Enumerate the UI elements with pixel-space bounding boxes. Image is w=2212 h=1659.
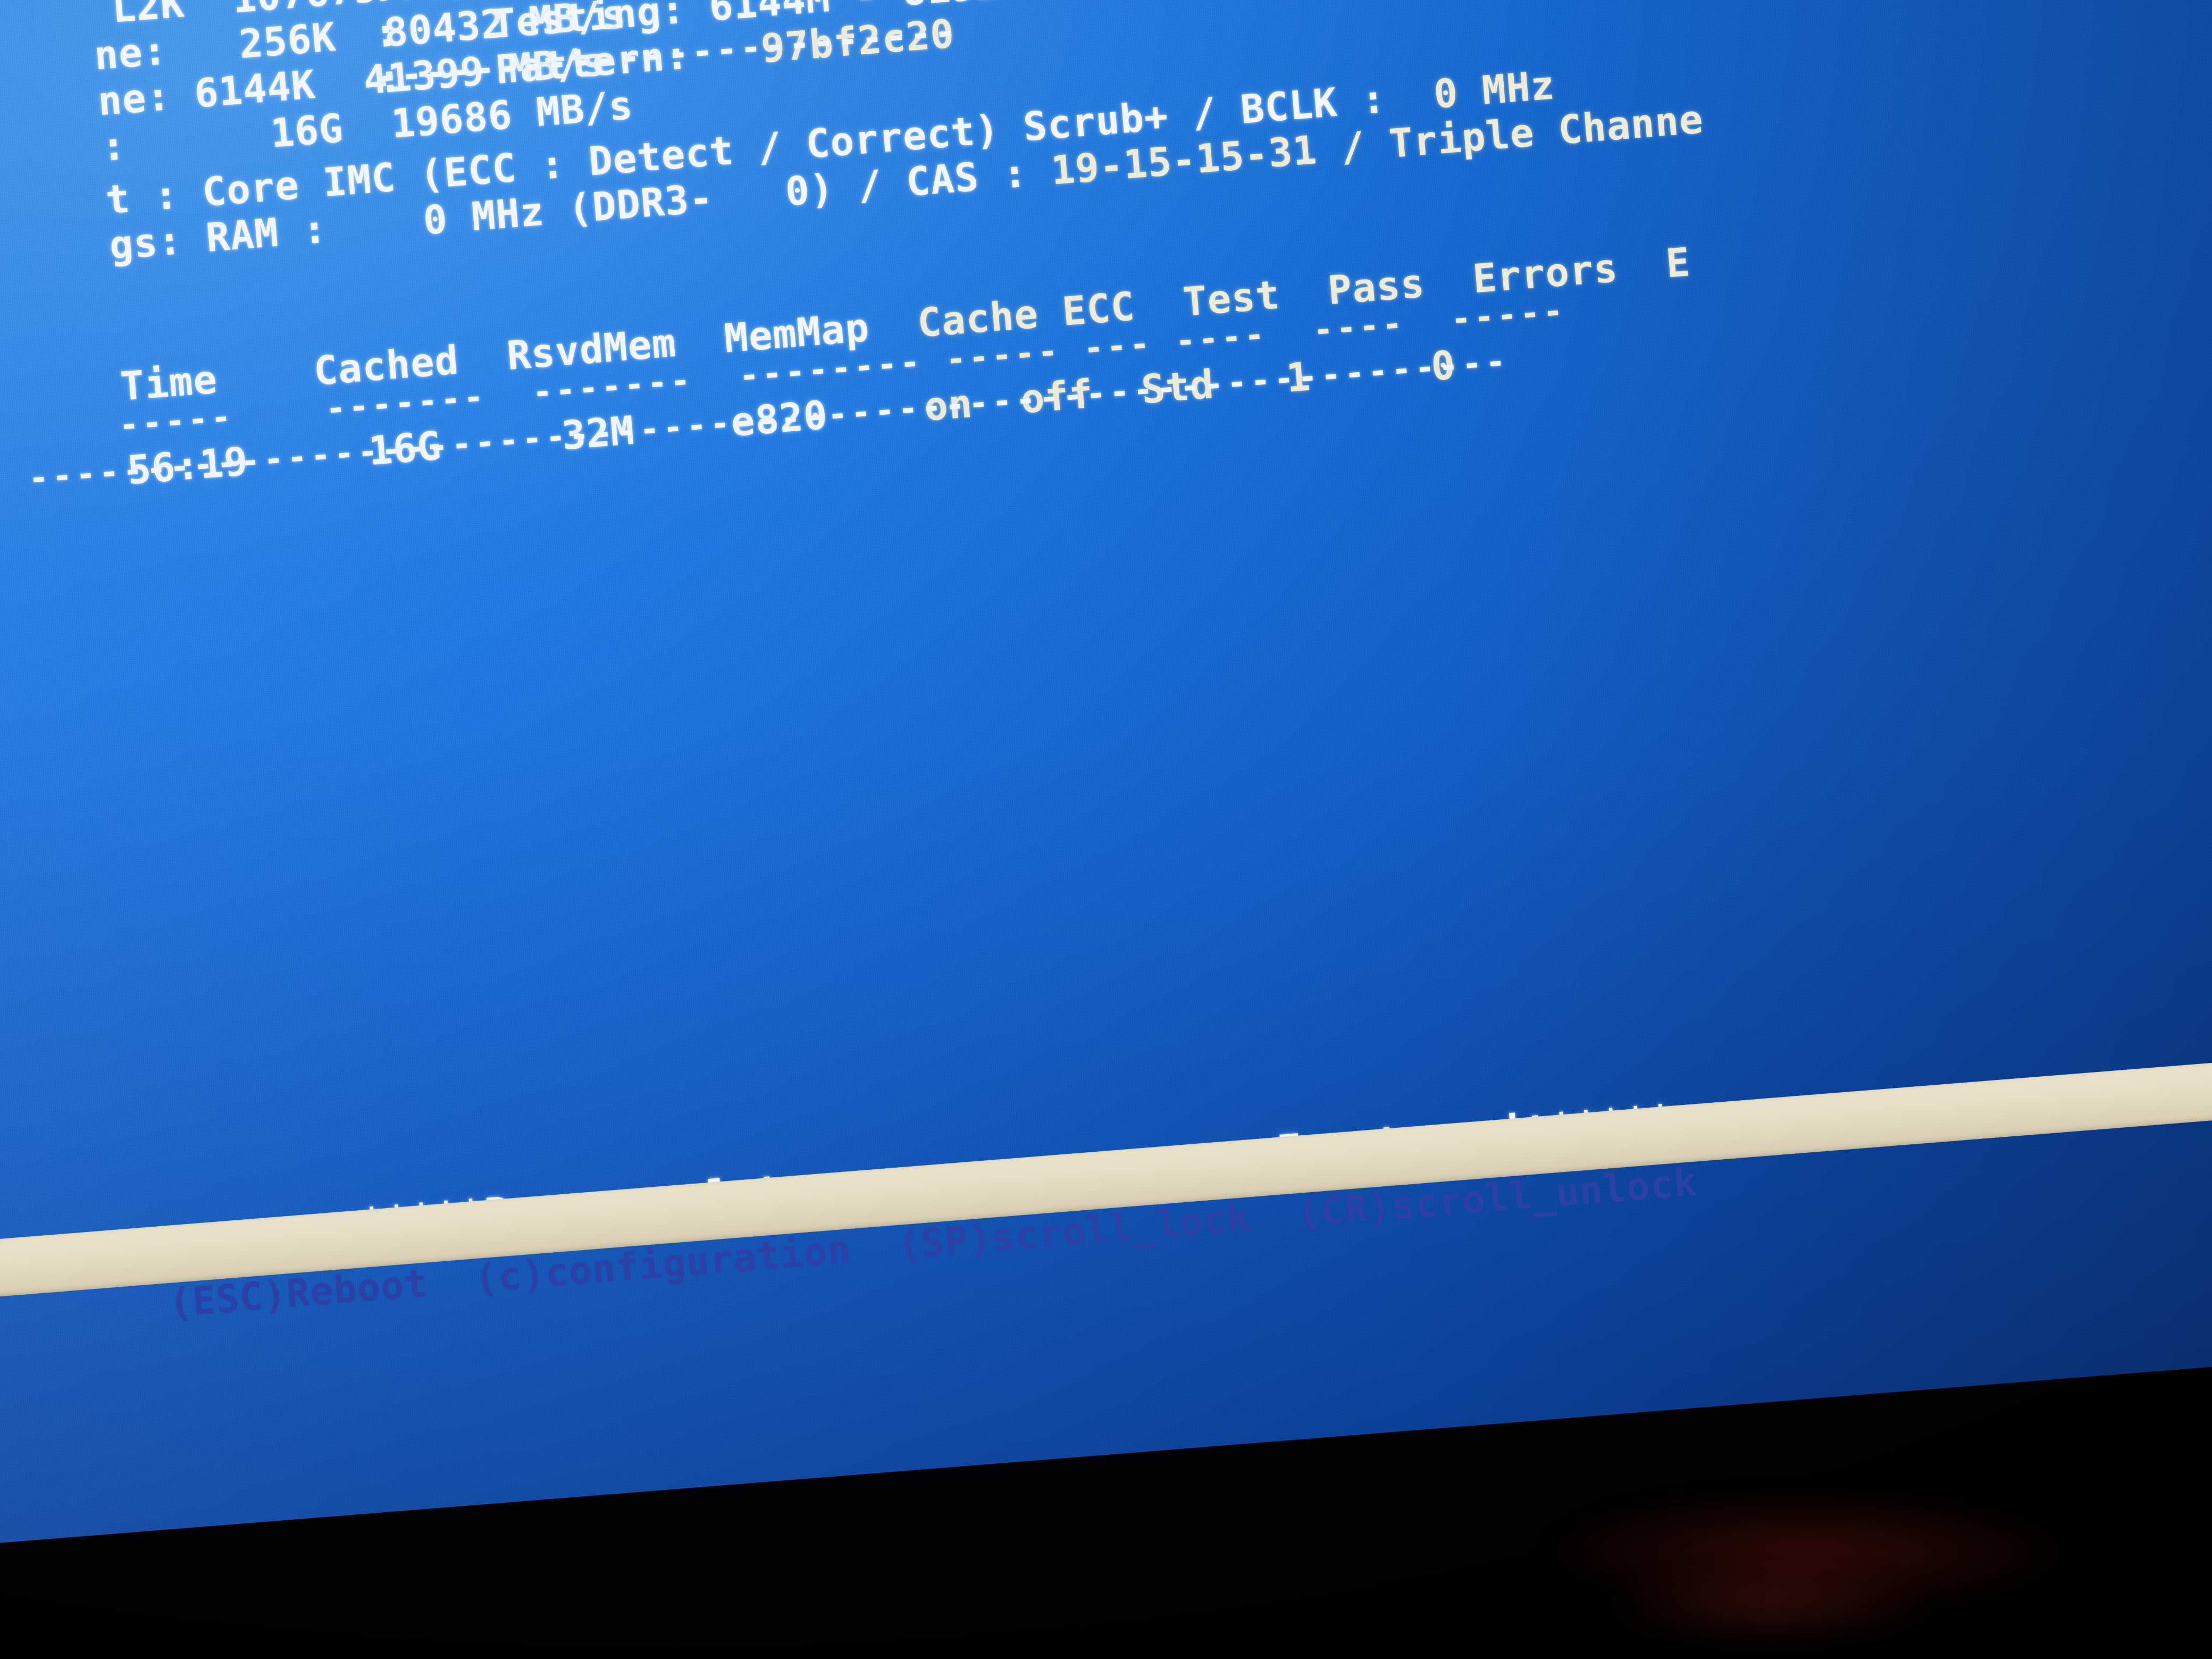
scroll-lock-label[interactable]: scroll_lock <box>990 1195 1252 1260</box>
ram-label: RAM : <box>204 206 329 261</box>
reboot-label[interactable]: Reboot <box>285 1261 430 1317</box>
settings-separator: / <box>856 162 884 209</box>
ram-type: (DDR3- 0) <box>566 165 835 232</box>
channel-mode: Triple Channe <box>1387 96 1705 167</box>
testing-total: 16G <box>1070 0 1146 1</box>
configuration-key[interactable]: (c) <box>473 1251 547 1301</box>
scroll-unlock-label[interactable]: scroll_unlock <box>1389 1160 1698 1228</box>
cas-timings: 19-15-15-31 <box>1050 127 1319 194</box>
col-header-extra: E <box>1664 239 1692 287</box>
reboot-key[interactable]: (ESC) <box>167 1272 289 1326</box>
rule-errors: ----- <box>1449 291 1568 339</box>
settings-prefix: gs: <box>108 217 184 269</box>
settings-separator-2: / <box>1339 123 1367 171</box>
cas-label: CAS : <box>904 150 1029 206</box>
scroll-lock-key[interactable]: (SP) <box>896 1216 993 1268</box>
configuration-label[interactable]: configuration <box>543 1227 852 1295</box>
ram-speed: 0 MHz <box>422 189 546 244</box>
bezel-reflection-glow-secondary <box>1531 1558 2010 1654</box>
scroll-unlock-key[interactable]: (CR) <box>1296 1184 1393 1236</box>
monitor-screen: L2K 107675 MB/s ne: 256K 80432 MB/s ne: … <box>0 0 2212 1557</box>
